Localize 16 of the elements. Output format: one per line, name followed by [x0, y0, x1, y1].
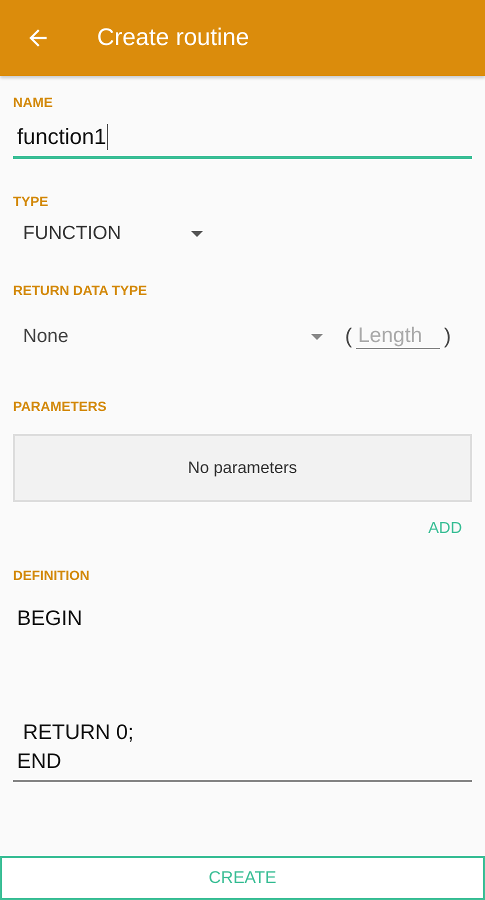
- type-dropdown[interactable]: FUNCTION: [13, 223, 203, 245]
- field-label: DEFINITION: [13, 568, 90, 583]
- field-label: PARAMETERS: [13, 399, 108, 414]
- field-label: NAME: [13, 95, 54, 110]
- field-label: RETURN DATA TYPE: [13, 283, 148, 298]
- definition-input-field[interactable]: BEGIN RETURN 0; END: [13, 605, 472, 782]
- parenthesis: ): [444, 324, 451, 348]
- parenthesis: (: [345, 324, 352, 348]
- length-input-field[interactable]: Length: [356, 324, 440, 349]
- return-type-dropdown[interactable]: None: [13, 326, 323, 348]
- name-input-field[interactable]: function1: [13, 124, 472, 159]
- caret-icon: [311, 334, 323, 340]
- caret-icon: [191, 231, 203, 237]
- screen-title: Create routine: [97, 24, 250, 52]
- empty-message: No parameters: [188, 458, 298, 478]
- field-label: TYPE: [13, 194, 50, 209]
